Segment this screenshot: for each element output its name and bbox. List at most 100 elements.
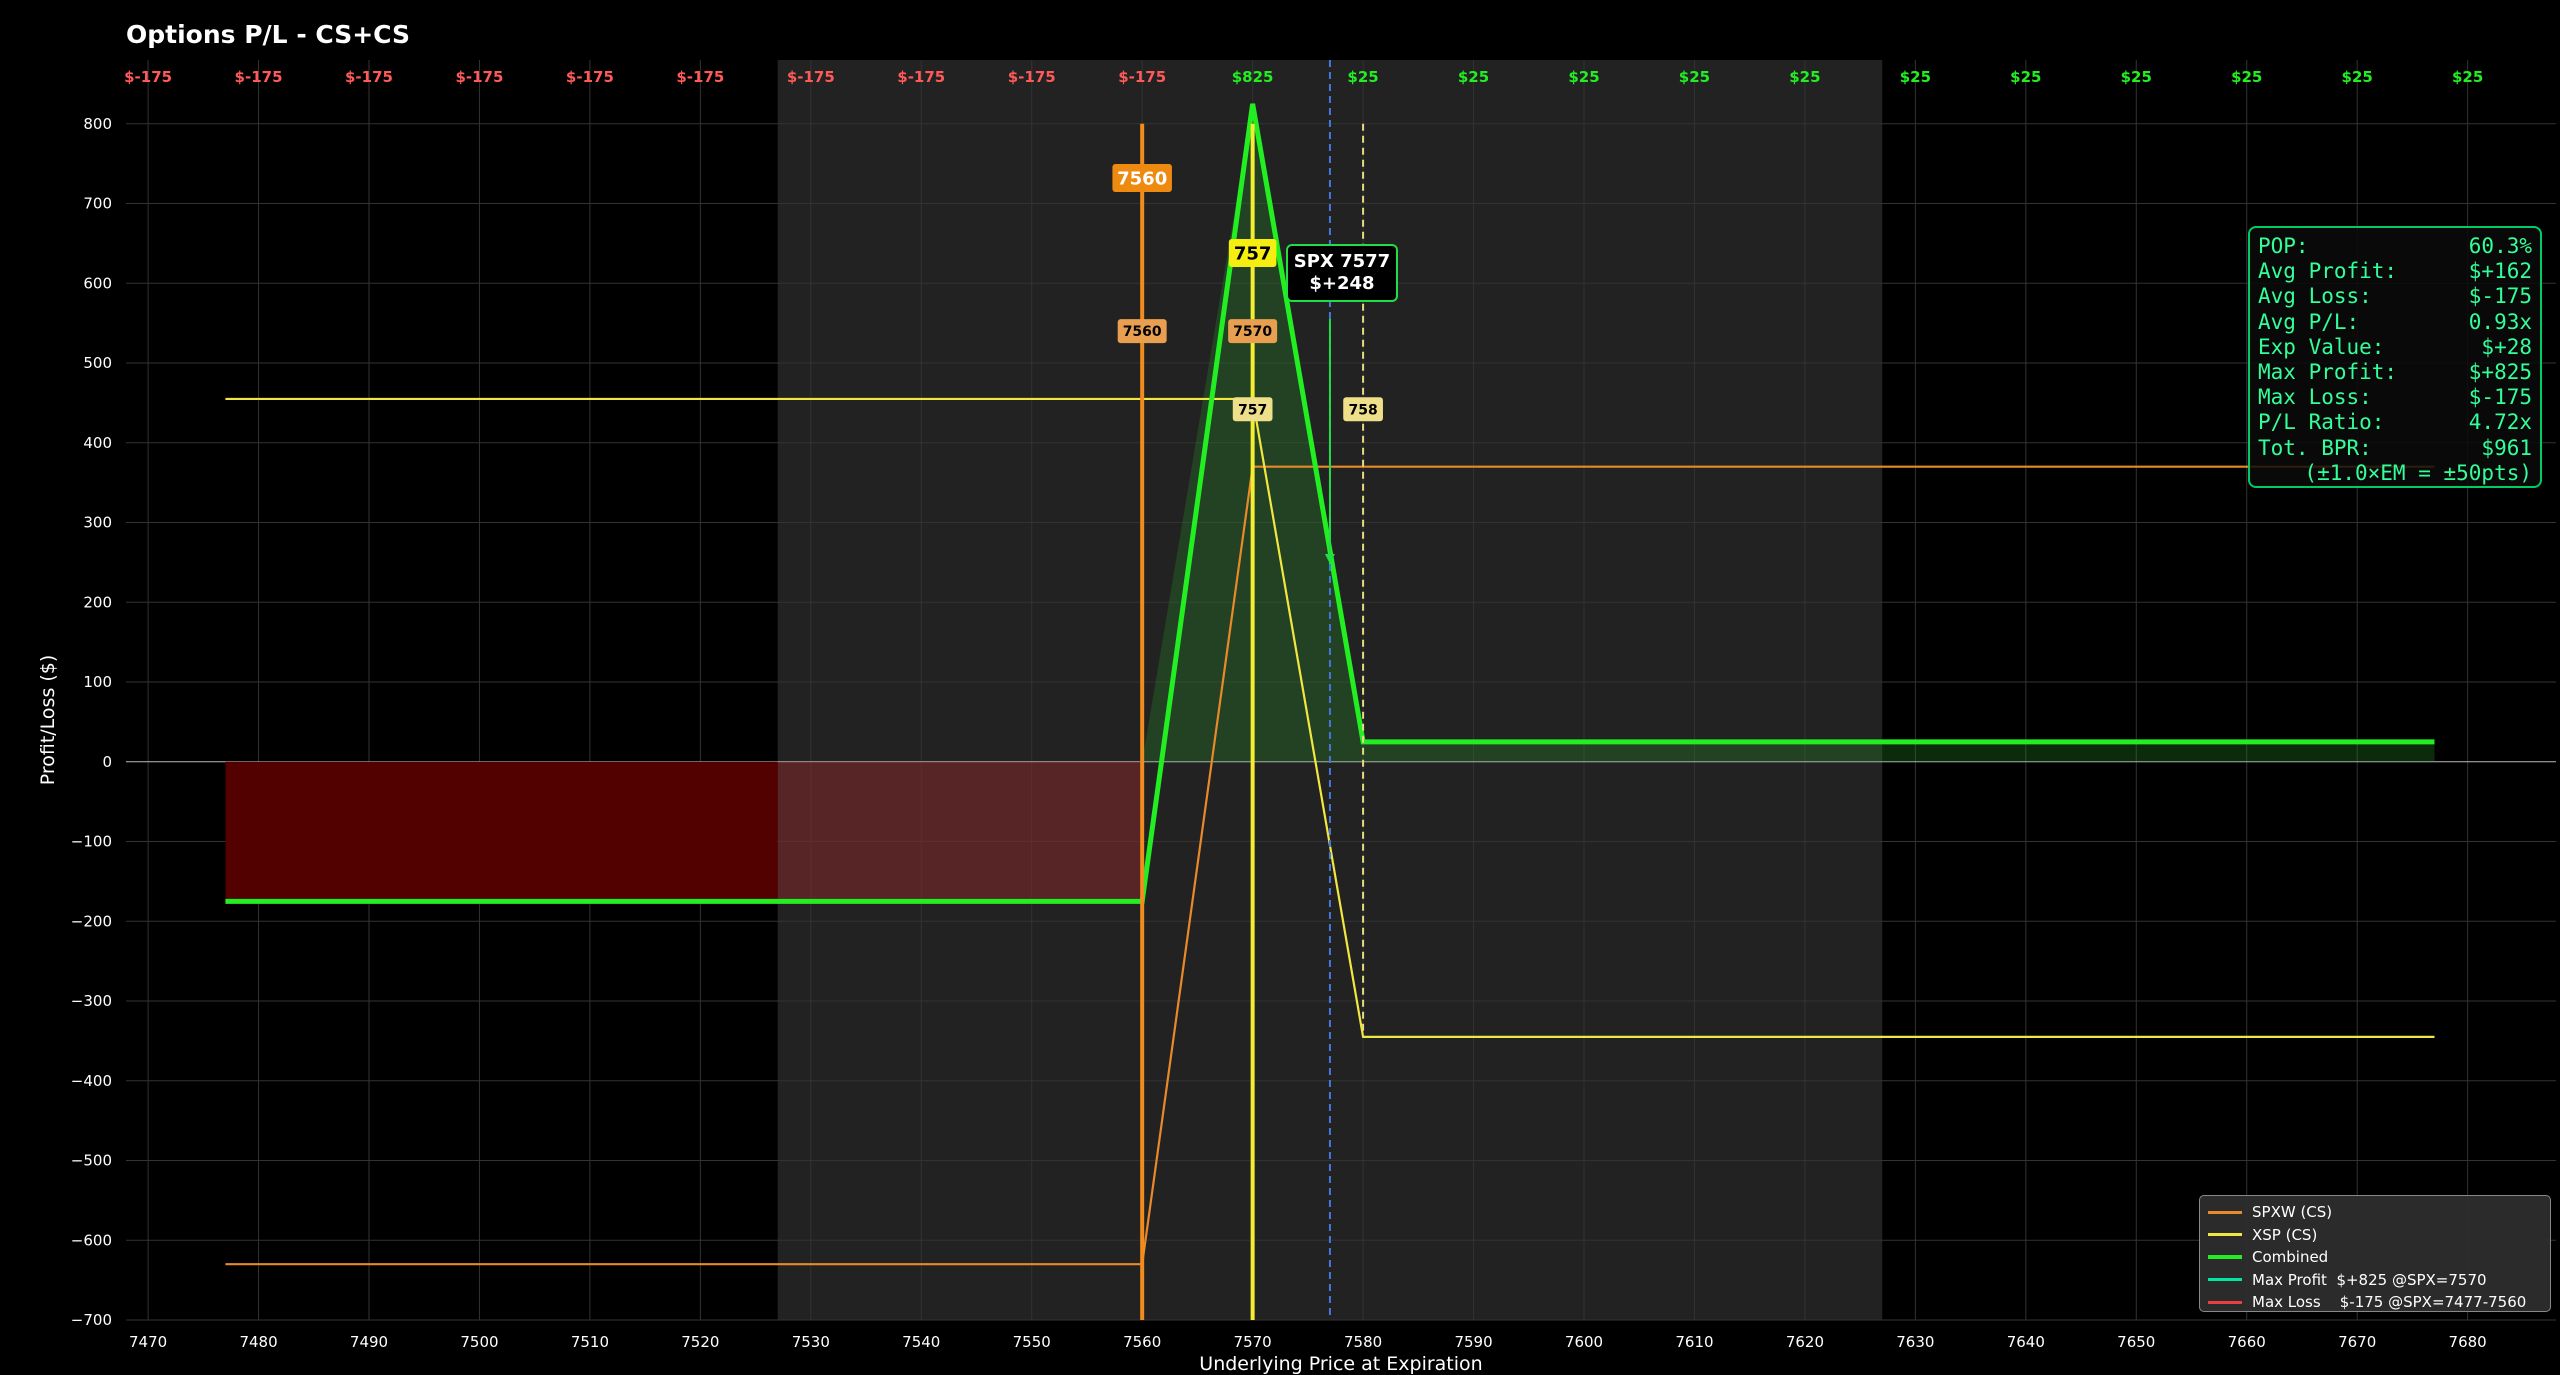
legend-label: Max Profit $+825 @SPX=7570 [2252,1270,2487,1289]
strike-tag: 757 [1232,397,1273,422]
hover-tooltip: SPX 7577 $+248 [1286,244,1398,302]
top-pl-label: $25 [2010,68,2041,86]
y-tick-label: −700 [71,1311,112,1329]
strike-tag: 7560 [1112,164,1172,193]
y-tick-label: 200 [83,593,112,611]
stat-row: Avg P/L: 0.93x [2258,310,2532,335]
stat-row: Max Profit: $+825 [2258,360,2532,385]
stat-row: Exp Value: $+28 [2258,335,2532,360]
x-tick-label: 7650 [2117,1333,2155,1351]
hover-price: SPX 7577 [1293,251,1391,272]
top-pl-label: $25 [1458,68,1489,86]
stat-value: $961 [2481,435,2532,460]
x-tick-label: 7540 [902,1333,940,1351]
strike-tag-label: 757 [1234,243,1272,264]
top-pl-label: $-175 [1118,68,1166,86]
stat-label: Max Profit: [2258,360,2398,385]
x-tick-label: 7470 [129,1333,167,1351]
stat-label: Avg P/L: [2258,309,2360,334]
top-pl-label: $-175 [124,68,172,86]
x-tick-label: 7500 [460,1333,498,1351]
x-tick-label: 7480 [239,1333,277,1351]
top-pl-label: $-175 [1008,68,1056,86]
x-tick-label: 7580 [1344,1333,1382,1351]
legend-swatch [2208,1278,2242,1282]
strike-tag: 7570 [1228,319,1278,344]
x-tick-label: 7530 [792,1333,830,1351]
legend-label: Combined [2252,1248,2329,1267]
top-pl-label: $25 [1568,68,1599,86]
stats-note: (±1.0×EM = ±50pts) [2304,460,2532,485]
top-pl-label: $-175 [897,68,945,86]
y-axis-label: Profit/Loss ($) [37,655,59,786]
y-tick-label: −100 [71,833,112,851]
top-pl-label: $25 [2121,68,2152,86]
legend-swatch [2208,1233,2242,1237]
stat-row: Max Loss: $-175 [2258,385,2532,410]
strike-tag-label: 7560 [1117,169,1167,190]
strike-tag-label: 7570 [1233,324,1272,340]
x-tick-label: 7590 [1454,1333,1492,1351]
x-tick-label: 7600 [1565,1333,1603,1351]
legend-swatch [2208,1300,2242,1304]
stat-label: Tot. BPR: [2258,435,2372,460]
stat-label: Avg Loss: [2258,284,2372,309]
hover-pl: $+248 [1309,273,1375,294]
stat-value: $+825 [2468,360,2532,385]
top-pl-label: $-175 [566,68,614,86]
stat-label: P/L Ratio: [2258,410,2385,435]
pl-chart: 7470 7480 7490 7500 7510 7520 7530 7540 7550 7560… [37,60,2556,1375]
stat-value: 4.72x [2468,410,2532,435]
stats-panel: POP: 60.3% Avg Profit: $+162 Avg Loss: $-175 A… [2248,226,2542,488]
legend-item: Combined [2208,1246,2542,1269]
top-pl-label: $-175 [676,68,724,86]
legend-item: XSP (CS) [2208,1224,2542,1247]
legend-swatch [2208,1210,2242,1214]
top-pl-label: $25 [2452,68,2483,86]
stat-value: $-175 [2468,385,2532,410]
y-tick-label: 800 [83,115,112,133]
strike-tag: 7560 [1117,319,1167,344]
loss-fill [777,761,1143,902]
x-tick-label: 7510 [571,1333,609,1351]
y-tick-label: −600 [71,1231,112,1249]
legend-item: Max Profit $+825 @SPX=7570 [2208,1269,2542,1292]
x-tick-label: 7550 [1013,1333,1051,1351]
stat-value: $+162 [2468,259,2532,284]
top-pl-label: $-175 [455,68,503,86]
y-tick-label: 0 [102,753,112,771]
legend-swatch [2208,1255,2242,1260]
x-tick-label: 7670 [2338,1333,2376,1351]
strike-tag: 758 [1343,397,1383,422]
y-tick-label: 400 [83,434,112,452]
y-tick-label: 700 [83,195,112,213]
legend-label: XSP (CS) [2252,1225,2318,1244]
y-tick-label: −400 [71,1072,112,1090]
stat-row: Avg Loss: $-175 [2258,284,2532,309]
stat-label: Exp Value: [2258,334,2385,359]
y-tick-label: 100 [83,673,112,691]
y-tick-label: 300 [83,514,112,532]
legend-label: SPXW (CS) [2252,1203,2333,1222]
top-pl-label: $-175 [235,68,283,86]
x-tick-label: 7640 [2007,1333,2045,1351]
stat-label: Avg Profit: [2258,259,2398,284]
stat-row: P/L Ratio: 4.72x [2258,410,2532,435]
stat-value: $+28 [2481,334,2532,359]
strike-tag-label: 758 [1348,402,1377,418]
y-tick-label: −200 [71,912,112,930]
stat-value: $-175 [2468,284,2532,309]
y-tick-label: −500 [71,1152,112,1170]
y-tick-label: 500 [83,354,112,372]
strike-tag: 757 [1228,238,1277,267]
x-tick-label: 7610 [1675,1333,1713,1351]
chart-legend: SPXW (CS) XSP (CS) Combined Max Profit $+82… [2199,1195,2551,1312]
strike-tag-label: 757 [1238,402,1267,418]
x-tick-label: 7560 [1123,1333,1161,1351]
top-pl-label: $25 [2231,68,2262,86]
strike-tag-label: 7560 [1123,324,1162,340]
x-tick-label: 7680 [2449,1333,2487,1351]
x-axis-label: Underlying Price at Expiration [1199,1353,1482,1375]
x-tick-label: 7620 [1786,1333,1824,1351]
x-tick-label: 7490 [350,1333,388,1351]
